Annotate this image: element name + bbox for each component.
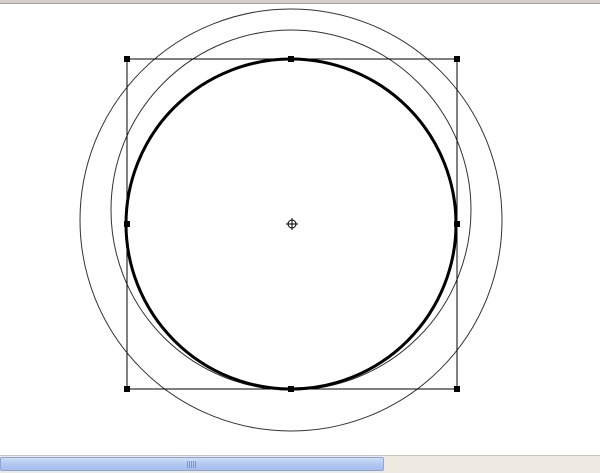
crosshair-icon[interactable] <box>286 218 298 230</box>
handle-bottom-left[interactable] <box>124 386 130 392</box>
handle-top-middle[interactable] <box>288 56 294 62</box>
handle-bottom-middle[interactable] <box>288 386 294 392</box>
grip-icon <box>187 461 196 468</box>
drawing-canvas[interactable] <box>0 4 600 455</box>
handle-bottom-right[interactable] <box>454 386 460 392</box>
horizontal-scrollbar[interactable] <box>0 455 600 473</box>
drawing-app <box>0 0 600 473</box>
canvas-svg[interactable] <box>0 4 600 455</box>
scrollbar-thumb[interactable] <box>0 457 384 471</box>
handle-middle-right[interactable] <box>454 221 460 227</box>
handle-middle-left[interactable] <box>124 221 130 227</box>
outer-ring-medium[interactable] <box>110 29 472 391</box>
handle-top-right[interactable] <box>454 56 460 62</box>
handle-top-left[interactable] <box>124 56 130 62</box>
